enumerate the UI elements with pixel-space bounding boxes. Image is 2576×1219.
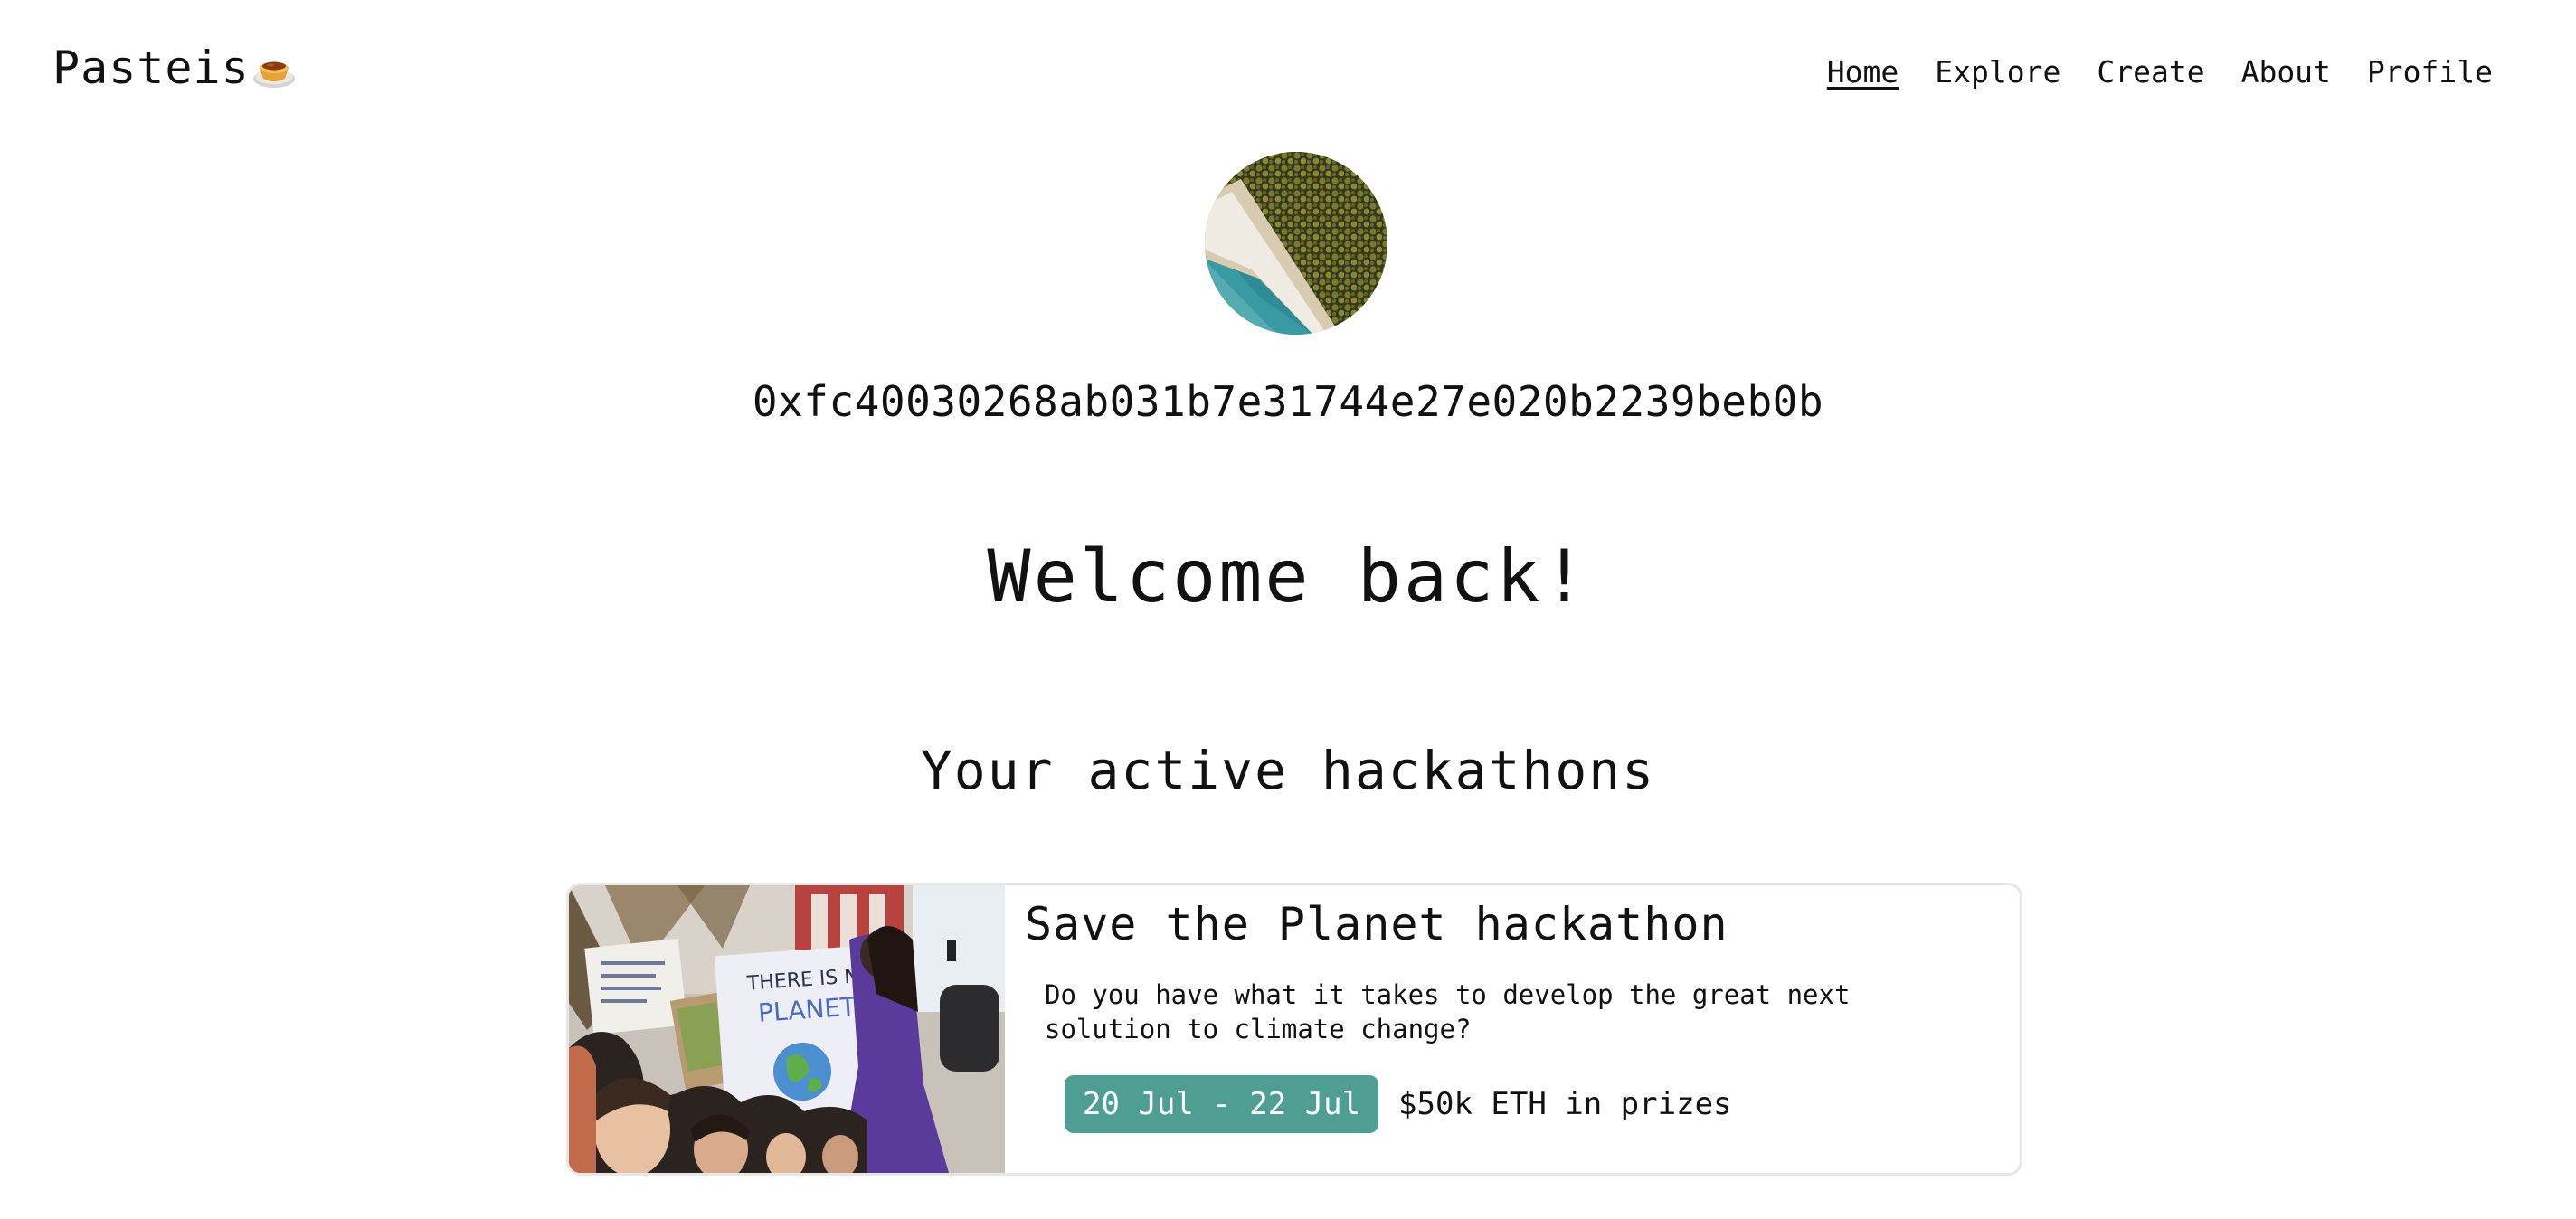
welcome-heading: Welcome back! xyxy=(987,534,1589,619)
logo-link[interactable]: Pasteis xyxy=(52,36,297,99)
prize-text: $50k ETH in prizes xyxy=(1398,1086,1732,1122)
nav-home-link[interactable]: Home xyxy=(1827,52,1899,92)
logo-text: Pasteis xyxy=(52,42,250,94)
nav-explore-link[interactable]: Explore xyxy=(1935,52,2060,92)
main-nav: Home Explore Create About Profile xyxy=(1827,52,2493,92)
top-header: Pasteis Home Explore Create About Profil… xyxy=(0,0,2576,136)
pastel-de-nata-icon xyxy=(251,48,297,93)
wallet-address: 0xfc40030268ab031b7e31744e27e020b2239beb… xyxy=(752,377,1824,426)
hackathon-card[interactable]: THERE IS NO PLANET B Save the Planet hac… xyxy=(566,883,2022,1176)
nav-profile-link[interactable]: Profile xyxy=(2367,52,2493,92)
hackathon-description: Do you have what it takes to develop the… xyxy=(1045,979,1851,1044)
climate-protest-photo: THERE IS NO PLANET B xyxy=(569,885,1005,1173)
hackathon-meta: 20 Jul - 22 Jul $50k ETH in prizes xyxy=(1065,1075,1732,1133)
active-hackathons-heading: Your active hackathons xyxy=(920,740,1656,801)
page: Pasteis Home Explore Create About Profil… xyxy=(0,0,2576,1219)
profile-avatar xyxy=(1205,152,1387,335)
nav-create-link[interactable]: Create xyxy=(2097,52,2204,92)
nav-about-link[interactable]: About xyxy=(2241,52,2331,92)
hackathon-title: Save the Planet hackathon xyxy=(1025,898,1728,950)
date-badge: 20 Jul - 22 Jul xyxy=(1065,1075,1379,1133)
